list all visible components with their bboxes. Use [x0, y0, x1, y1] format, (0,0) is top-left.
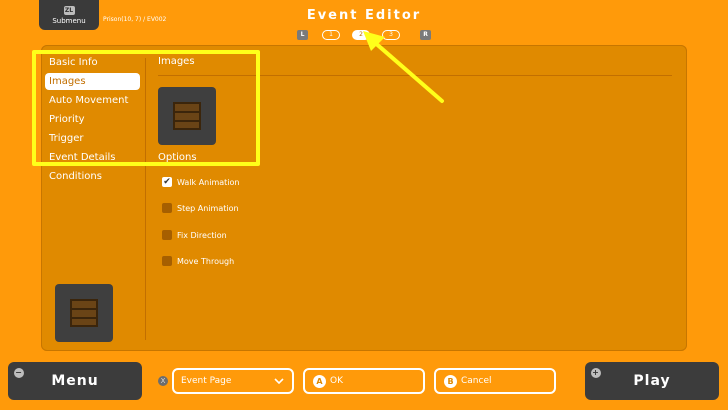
option-fix-direction[interactable]: Fix Direction: [162, 229, 227, 241]
event-page-dropdown[interactable]: Event Page: [172, 368, 294, 394]
plus-key-icon: +: [591, 368, 601, 378]
ok-label: OK: [330, 376, 343, 386]
x-key-icon: X: [158, 376, 168, 386]
crate-icon: [70, 299, 98, 327]
checkbox-icon[interactable]: [162, 256, 172, 266]
page-title: Event Editor: [306, 8, 422, 23]
option-label: Fix Direction: [177, 230, 227, 240]
menu-label: Menu: [51, 373, 99, 389]
checkbox-checked-icon[interactable]: ✔: [162, 177, 172, 187]
arrow-annotation-icon: [363, 31, 444, 103]
event-page-label: Event Page: [181, 376, 232, 386]
play-label: Play: [633, 373, 671, 389]
sidebar-item-conditions[interactable]: Conditions: [45, 168, 140, 185]
minus-key-icon: −: [14, 368, 24, 378]
option-walk-animation[interactable]: ✔ Walk Animation: [162, 176, 239, 188]
cancel-button[interactable]: B Cancel: [434, 368, 556, 394]
l-key-icon[interactable]: L: [297, 30, 308, 40]
option-label: Step Animation: [177, 203, 239, 213]
cancel-label: Cancel: [461, 376, 492, 386]
option-step-animation[interactable]: Step Animation: [162, 202, 239, 214]
a-key-icon: A: [313, 374, 326, 388]
event-preview-thumbnail: [55, 284, 113, 342]
play-button[interactable]: + Play: [585, 362, 719, 400]
checkbox-icon[interactable]: [162, 203, 172, 213]
chevron-down-icon: [274, 378, 284, 384]
b-key-icon: B: [444, 374, 457, 388]
option-label: Move Through: [177, 256, 235, 266]
ok-button[interactable]: A OK: [303, 368, 425, 394]
checkbox-icon[interactable]: [162, 230, 172, 240]
page-tab-1[interactable]: 1: [322, 30, 340, 40]
option-label: Walk Animation: [177, 177, 240, 187]
option-move-through[interactable]: Move Through: [162, 255, 234, 267]
highlight-box: [32, 50, 260, 166]
menu-button[interactable]: − Menu: [8, 362, 142, 400]
